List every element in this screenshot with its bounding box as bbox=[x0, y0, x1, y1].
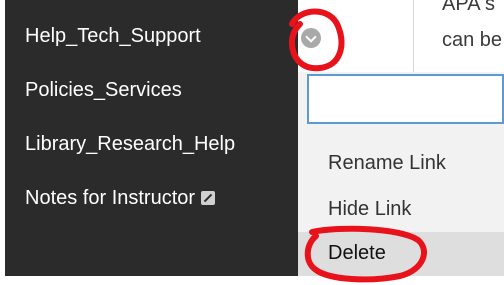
annotation-circle-delete bbox=[304, 225, 427, 283]
annotation-circle-chevron bbox=[288, 8, 345, 72]
annotation-overlay bbox=[288, 8, 427, 283]
